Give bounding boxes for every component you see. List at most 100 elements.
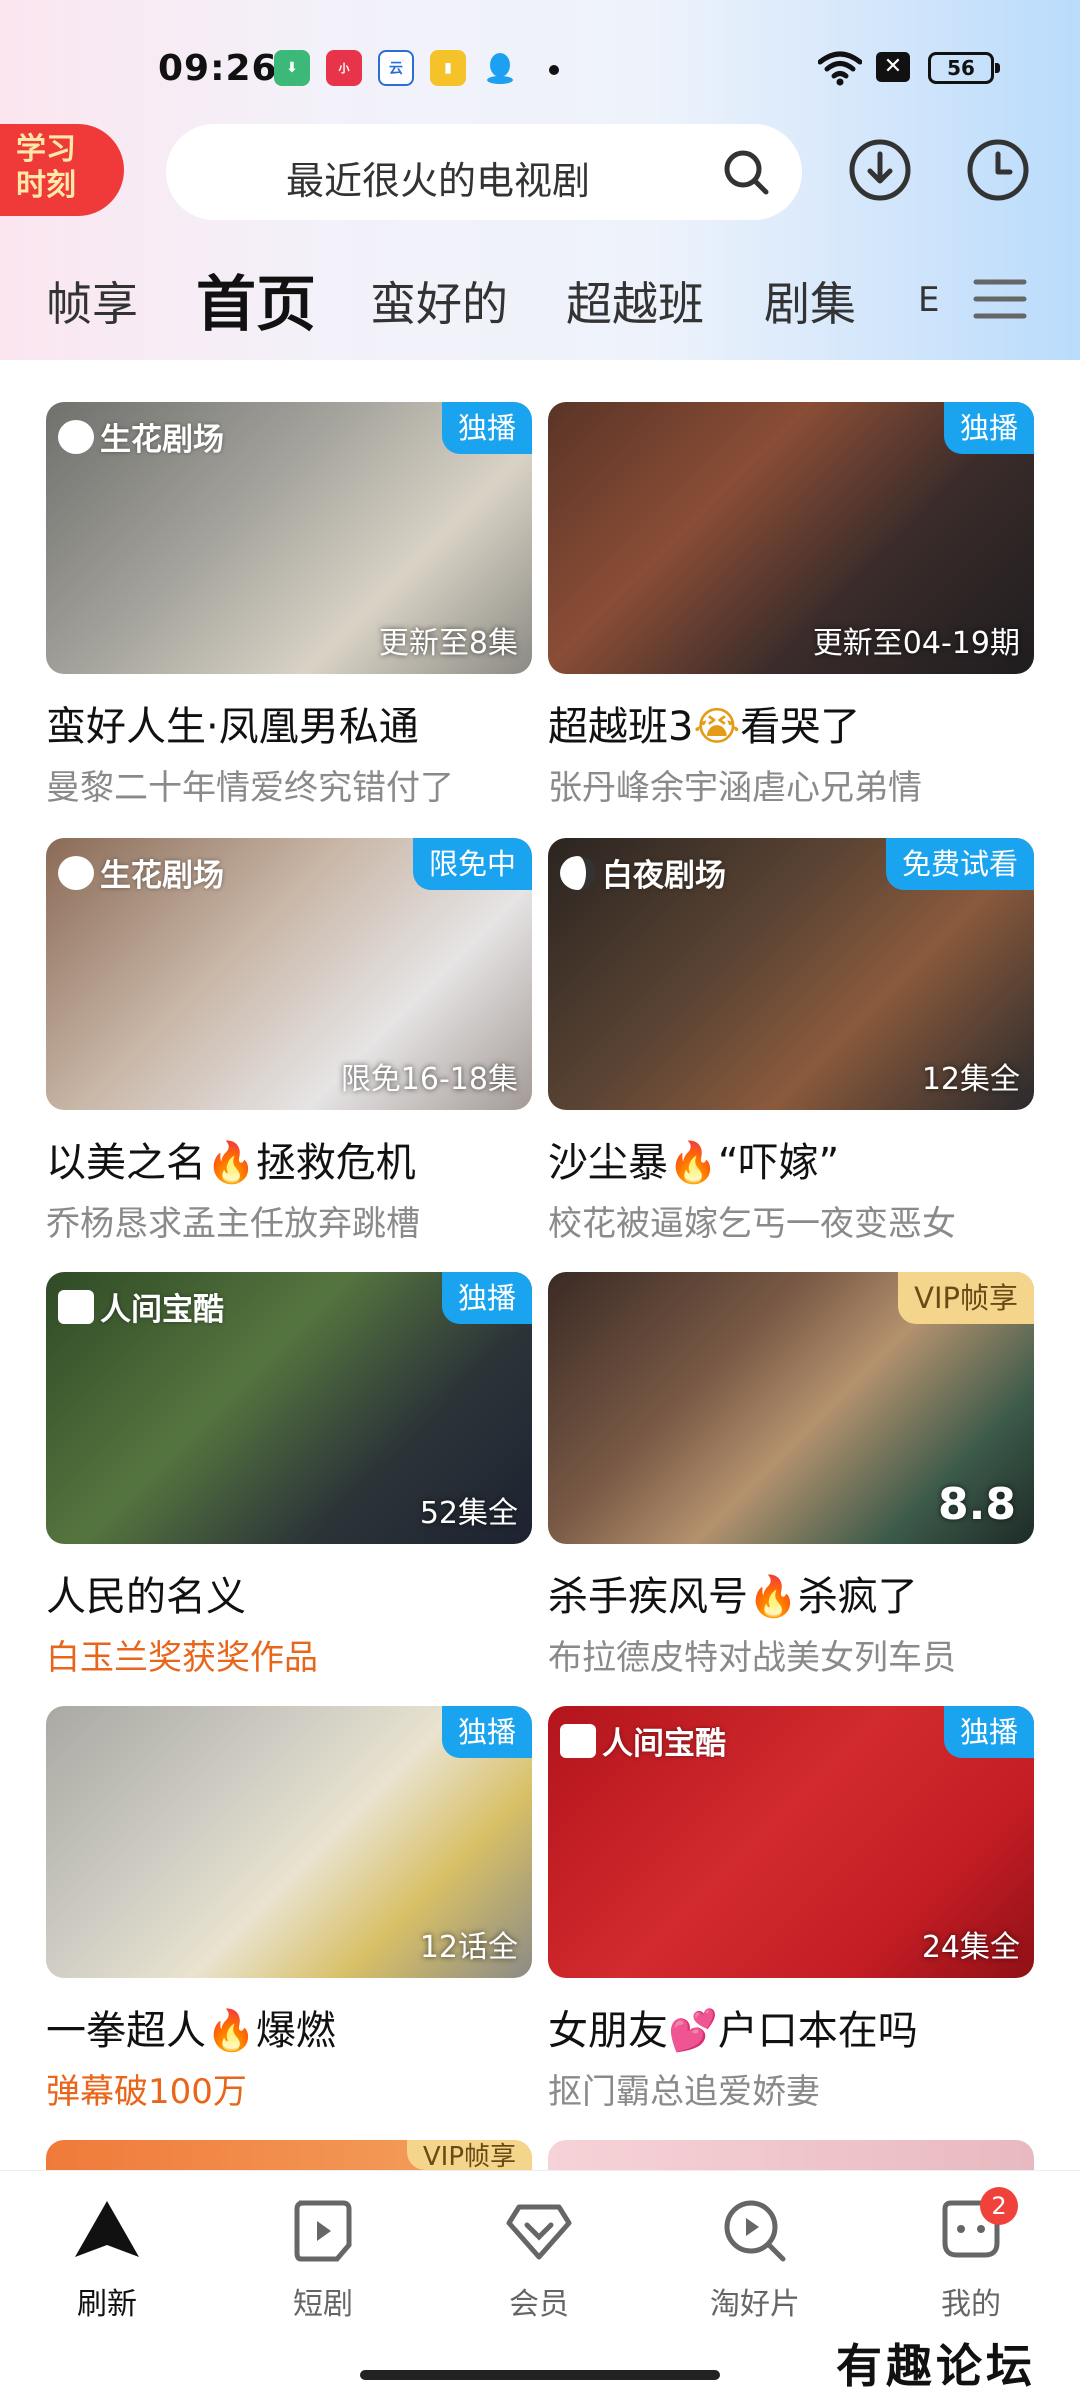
brand-flower-icon xyxy=(58,419,94,454)
diamond-vip-icon xyxy=(506,2204,572,2260)
qq-notification-icon xyxy=(482,50,518,86)
video-card[interactable]: 人间宝酷 独播 52集全 人民的名义 白玉兰奖获奖作品 xyxy=(46,1272,532,1679)
title-text-b: 看哭了 xyxy=(740,704,861,750)
exclusive-tag: 独播 xyxy=(943,402,1034,454)
nav-membership[interactable]: 会员 xyxy=(464,2195,614,2323)
exclusive-tag: 独播 xyxy=(441,402,532,454)
video-thumbnail[interactable]: 人间宝酷 独播 24集全 xyxy=(548,1706,1034,1978)
title-text-b: 户口本在吗 xyxy=(717,2008,918,2054)
fire-icon: 🔥 xyxy=(206,2008,256,2054)
tab-frame-share[interactable]: 帧享 xyxy=(46,268,138,334)
menu-icon[interactable] xyxy=(972,274,1028,324)
sim-off-icon: ✕ xyxy=(876,52,910,82)
video-thumbnail[interactable]: VIP帧享 8.8 xyxy=(548,1272,1034,1544)
episode-count: 12话全 xyxy=(419,1930,518,1965)
video-title[interactable]: 沙尘暴🔥“吓嫁” xyxy=(548,1130,1034,1188)
brand-label: 生花剧场 xyxy=(100,422,224,458)
video-card[interactable]: 白夜剧场 免费试看 12集全 沙尘暴🔥“吓嫁” 校花被逼嫁乞丐一夜变恶女 xyxy=(548,838,1034,1245)
nav-discover[interactable]: 淘好片 xyxy=(680,2195,830,2323)
nav-label: 会员 xyxy=(509,2287,569,2322)
tab-manhao[interactable]: 蛮好的 xyxy=(370,268,508,334)
discover-search-play-icon xyxy=(724,2200,786,2262)
title-text-a: 女朋友 xyxy=(548,2008,668,2054)
video-thumbnail[interactable]: 独播 12话全 xyxy=(46,1706,532,1978)
exclusive-tag: 独播 xyxy=(441,1706,532,1758)
tab-series[interactable]: 剧集 xyxy=(764,268,856,334)
video-subtitle: 布拉德皮特对战美女列车员 xyxy=(548,1638,956,1678)
brand-logo-icon xyxy=(58,1289,94,1324)
partial-video-card[interactable]: VIP帧享 xyxy=(46,2140,532,2170)
video-thumbnail[interactable]: 生花剧场 限免中 限免16-18集 xyxy=(46,838,532,1110)
history-clock-icon[interactable] xyxy=(964,136,1032,204)
video-card[interactable]: 独播 12话全 一拳超人🔥爆燃 弹幕破100万 xyxy=(46,1706,532,2113)
episode-count: 12集全 xyxy=(921,1062,1020,1097)
tab-home[interactable]: 首页 xyxy=(196,256,316,343)
tab-chaoyueban[interactable]: 超越班 xyxy=(566,268,704,334)
fire-icon: 🔥 xyxy=(668,1140,718,1186)
download-icon[interactable] xyxy=(846,136,914,204)
channel-brand: 生花剧场 xyxy=(58,850,224,895)
partial-video-card[interactable] xyxy=(548,2140,1034,2170)
rating-score: 8.8 xyxy=(938,1479,1016,1530)
status-time: 09:26 xyxy=(158,48,278,89)
video-title[interactable]: 蛮好人生·凤凰男私通 xyxy=(46,694,532,752)
title-text: 蛮好人生·凤凰男私通 xyxy=(46,704,419,750)
tab-overflow[interactable]: E xyxy=(918,280,939,320)
title-text-b: 爆燃 xyxy=(255,2008,336,2054)
video-title[interactable]: 杀手疾风号🔥杀疯了 xyxy=(548,1564,1034,1622)
video-title[interactable]: 女朋友💕户口本在吗 xyxy=(548,1998,1034,2056)
search-bar[interactable]: 最近很火的电视剧 xyxy=(166,124,802,220)
title-text-b: 杀疯了 xyxy=(797,1574,918,1620)
title-text: 人民的名义 xyxy=(46,1574,246,1620)
title-text-a: 超越班3 xyxy=(548,704,694,750)
video-subtitle: 乔杨恳求孟主任放弃跳槽 xyxy=(46,1204,420,1244)
video-subtitle: 张丹峰余宇涵虐心兄弟情 xyxy=(548,768,922,808)
video-title[interactable]: 以美之名🔥拯救危机 xyxy=(46,1130,532,1188)
video-thumbnail[interactable]: 生花剧场 独播 更新至8集 xyxy=(46,402,532,674)
nav-short-drama[interactable]: 短剧 xyxy=(248,2195,398,2323)
app-notification-icon: 小 xyxy=(326,50,362,86)
download-notification-icon: ⬇ xyxy=(274,50,310,86)
video-card[interactable]: VIP帧享 8.8 杀手疾风号🔥杀疯了 布拉德皮特对战美女列车员 xyxy=(548,1272,1034,1679)
nav-profile[interactable]: 我的 2 xyxy=(896,2187,1046,2323)
video-title[interactable]: 人民的名义 xyxy=(46,1564,532,1622)
fire-icon: 🔥 xyxy=(748,1574,798,1620)
short-drama-icon xyxy=(294,2200,352,2262)
search-icon[interactable] xyxy=(720,146,772,198)
channel-brand: 白夜剧场 xyxy=(560,850,726,895)
nav-refresh[interactable]: 刷新 xyxy=(32,2195,182,2323)
brand-label: 人间宝酷 xyxy=(602,1726,726,1762)
free-trial-tag: 免费试看 xyxy=(885,838,1034,890)
video-card[interactable]: 独播 更新至04-19期 超越班3😭看哭了 张丹峰余宇涵虐心兄弟情 xyxy=(548,402,1034,809)
title-text-a: 以美之名 xyxy=(46,1140,206,1186)
video-thumbnail[interactable]: 白夜剧场 免费试看 12集全 xyxy=(548,838,1034,1110)
title-text-a: 一拳超人 xyxy=(46,2008,206,2054)
video-thumbnail[interactable]: 人间宝酷 独播 52集全 xyxy=(46,1272,532,1544)
nav-label: 我的 xyxy=(941,2287,1001,2322)
video-subtitle: 弹幕破100万 xyxy=(46,2072,247,2112)
title-text-a: 沙尘暴 xyxy=(548,1140,668,1186)
category-tabs: 帧享 首页 蛮好的 超越班 剧集 E xyxy=(0,250,1080,350)
notification-badge: 2 xyxy=(980,2187,1018,2225)
battery-indicator: 56 xyxy=(928,52,1000,84)
nav-label: 短剧 xyxy=(293,2287,353,2322)
brand-flower-icon xyxy=(58,855,94,890)
video-card[interactable]: 生花剧场 限免中 限免16-18集 以美之名🔥拯救危机 乔杨恳求孟主任放弃跳槽 xyxy=(46,838,532,1245)
video-thumbnail[interactable]: 独播 更新至04-19期 xyxy=(548,402,1034,674)
brand-moon-icon xyxy=(560,855,596,890)
title-text-a: 杀手疾风号 xyxy=(548,1574,748,1620)
free-tag: 限免中 xyxy=(412,838,532,890)
video-title[interactable]: 一拳超人🔥爆燃 xyxy=(46,1998,532,2056)
video-title[interactable]: 超越班3😭看哭了 xyxy=(548,694,1034,752)
video-card[interactable]: 人间宝酷 独播 24集全 女朋友💕户口本在吗 抠门霸总追爱娇妻 xyxy=(548,1706,1034,2113)
search-placeholder: 最近很火的电视剧 xyxy=(286,159,591,203)
brand-label: 白夜剧场 xyxy=(602,858,726,894)
home-indicator[interactable] xyxy=(360,2370,720,2380)
nav-label: 淘好片 xyxy=(710,2287,800,2322)
study-moment-badge[interactable]: 学习 时刻 xyxy=(0,124,124,216)
book-notification-icon: ▮ xyxy=(430,50,466,86)
episode-count: 更新至8集 xyxy=(378,626,518,661)
video-card[interactable]: 生花剧场 独播 更新至8集 蛮好人生·凤凰男私通 曼黎二十年情爱终究错付了 xyxy=(46,402,532,809)
channel-brand: 人间宝酷 xyxy=(560,1718,726,1763)
vip-tag: VIP帧享 xyxy=(406,2140,532,2170)
